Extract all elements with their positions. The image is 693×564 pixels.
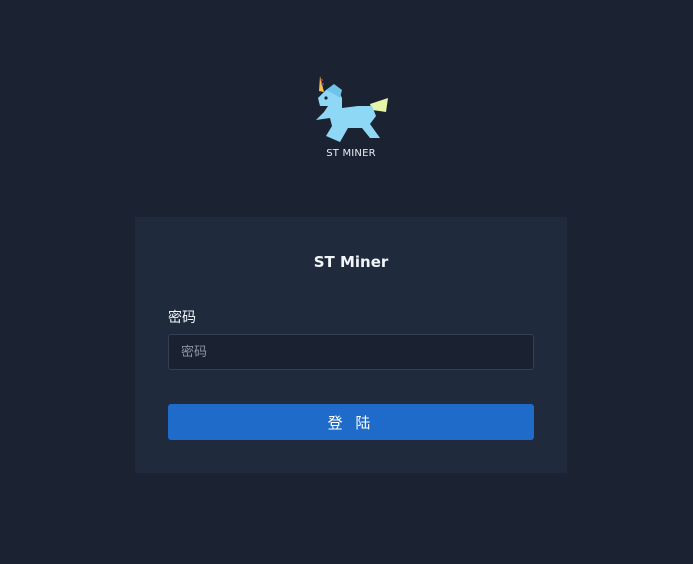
login-card: ST Miner 密码 登 陆 — [135, 217, 567, 473]
brand-name: ST MINER — [326, 148, 376, 159]
password-input[interactable] — [168, 334, 534, 370]
password-label: 密码 — [168, 310, 196, 326]
login-title: ST Miner — [313, 253, 389, 271]
brand-logo: ST MINER — [296, 74, 406, 164]
login-page: ST MINER ST Miner 密码 登 陆 — [0, 0, 693, 564]
unicorn-icon — [316, 76, 388, 142]
login-button[interactable]: 登 陆 — [168, 404, 534, 440]
